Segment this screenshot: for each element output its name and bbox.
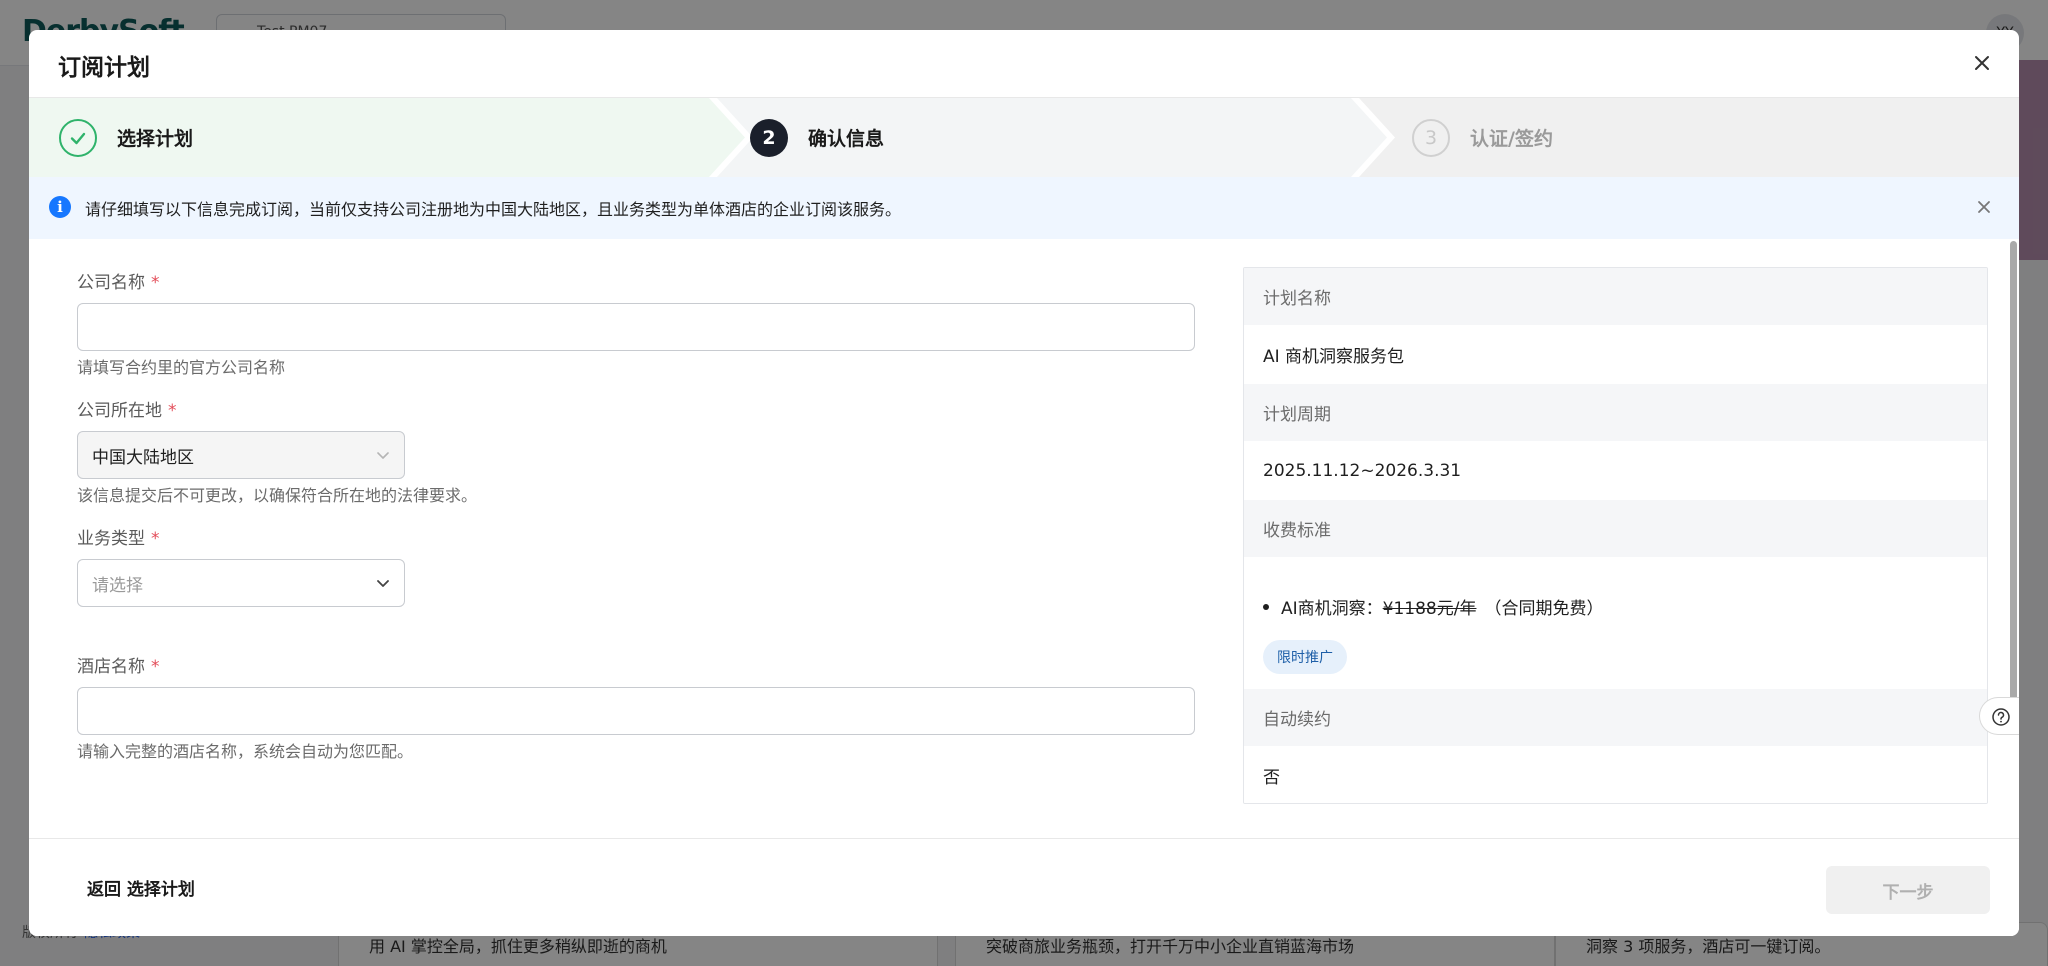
next-button[interactable]: 下一步	[1826, 866, 1990, 914]
business-type-select[interactable]: 请选择	[77, 559, 405, 607]
step-certify-sign: 3 认证/签约	[1412, 98, 1553, 177]
modal-footer: 返回 选择计划 下一步	[29, 838, 2019, 936]
business-type-placeholder: 请选择	[92, 575, 143, 596]
step-confirm-info: 2 确认信息	[750, 98, 884, 177]
info-icon: i	[49, 196, 71, 218]
chevron-down-icon	[377, 452, 389, 459]
company-location-value: 中国大陆地区	[92, 447, 194, 468]
info-notice: i 请仔细填写以下信息完成订阅，当前仅支持公司注册地为中国大陆地区，且业务类型为…	[29, 177, 2019, 239]
plan-summary: 计划名称 AI 商机洞察服务包 计划周期 2025.11.12~2026.3.3…	[1243, 267, 1988, 804]
business-type-label: 业务类型 *	[77, 529, 160, 549]
company-location-hint: 该信息提交后不可更改，以确保符合所在地的法律要求。	[77, 486, 478, 505]
plan-name-value: AI 商机洞察服务包	[1244, 325, 1987, 384]
chevron-down-icon	[377, 580, 389, 587]
promo-tag: 限时推广	[1263, 640, 1347, 674]
step-number: 3	[1412, 118, 1450, 157]
step-select-plan: 选择计划	[59, 98, 193, 177]
company-location-select[interactable]: 中国大陆地区	[77, 431, 405, 479]
fee-item-note: （合同期免费）	[1484, 599, 1604, 619]
modal-title: 订阅计划	[58, 55, 150, 81]
hotel-name-label: 酒店名称 *	[77, 657, 160, 677]
scrollbar[interactable]	[2010, 241, 2017, 731]
auto-renew-label: 自动续约	[1244, 689, 1987, 746]
back-button[interactable]: 返回 选择计划	[87, 875, 195, 900]
step-label: 确认信息	[808, 128, 885, 150]
plan-name-label: 计划名称	[1244, 268, 1987, 325]
plan-period-label: 计划周期	[1244, 384, 1987, 441]
check-icon	[59, 118, 97, 157]
step-number: 2	[750, 118, 788, 157]
subscription-modal: 订阅计划 选择计划 2 确认信息 3 认证/签约 i 请仔细填写以下信息完成订阅…	[29, 30, 2019, 936]
step-label: 认证/签约	[1470, 128, 1553, 150]
bullet-icon	[1263, 603, 1269, 610]
fee-item-name: AI商机洞察：	[1281, 599, 1383, 619]
fee-item-price: ¥1188元/年	[1382, 599, 1477, 619]
auto-renew-value: 否	[1244, 746, 1987, 803]
fee-label: 收费标准	[1244, 500, 1987, 557]
company-name-input[interactable]	[77, 303, 1195, 351]
help-icon[interactable]	[1979, 697, 2019, 735]
hotel-name-hint: 请输入完整的酒店名称，系统会自动为您匹配。	[77, 742, 414, 761]
notice-text: 请仔细填写以下信息完成订阅，当前仅支持公司注册地为中国大陆地区，且业务类型为单体…	[85, 200, 902, 219]
hotel-name-input[interactable]	[77, 687, 1195, 735]
company-location-label: 公司所在地 *	[77, 401, 177, 421]
plan-period-value: 2025.11.12~2026.3.31	[1244, 441, 1987, 500]
notice-close-icon[interactable]	[1971, 194, 1997, 220]
step-label: 选择计划	[117, 128, 194, 150]
company-name-hint: 请填写合约里的官方公司名称	[77, 358, 286, 377]
modal-header: 订阅计划	[29, 30, 2019, 98]
close-icon[interactable]	[1967, 48, 1997, 78]
company-name-label: 公司名称 *	[77, 273, 160, 293]
stepper: 选择计划 2 确认信息 3 认证/签约	[29, 98, 2019, 177]
fee-item: AI商机洞察： ¥1188元/年 （合同期免费）	[1263, 594, 1603, 619]
